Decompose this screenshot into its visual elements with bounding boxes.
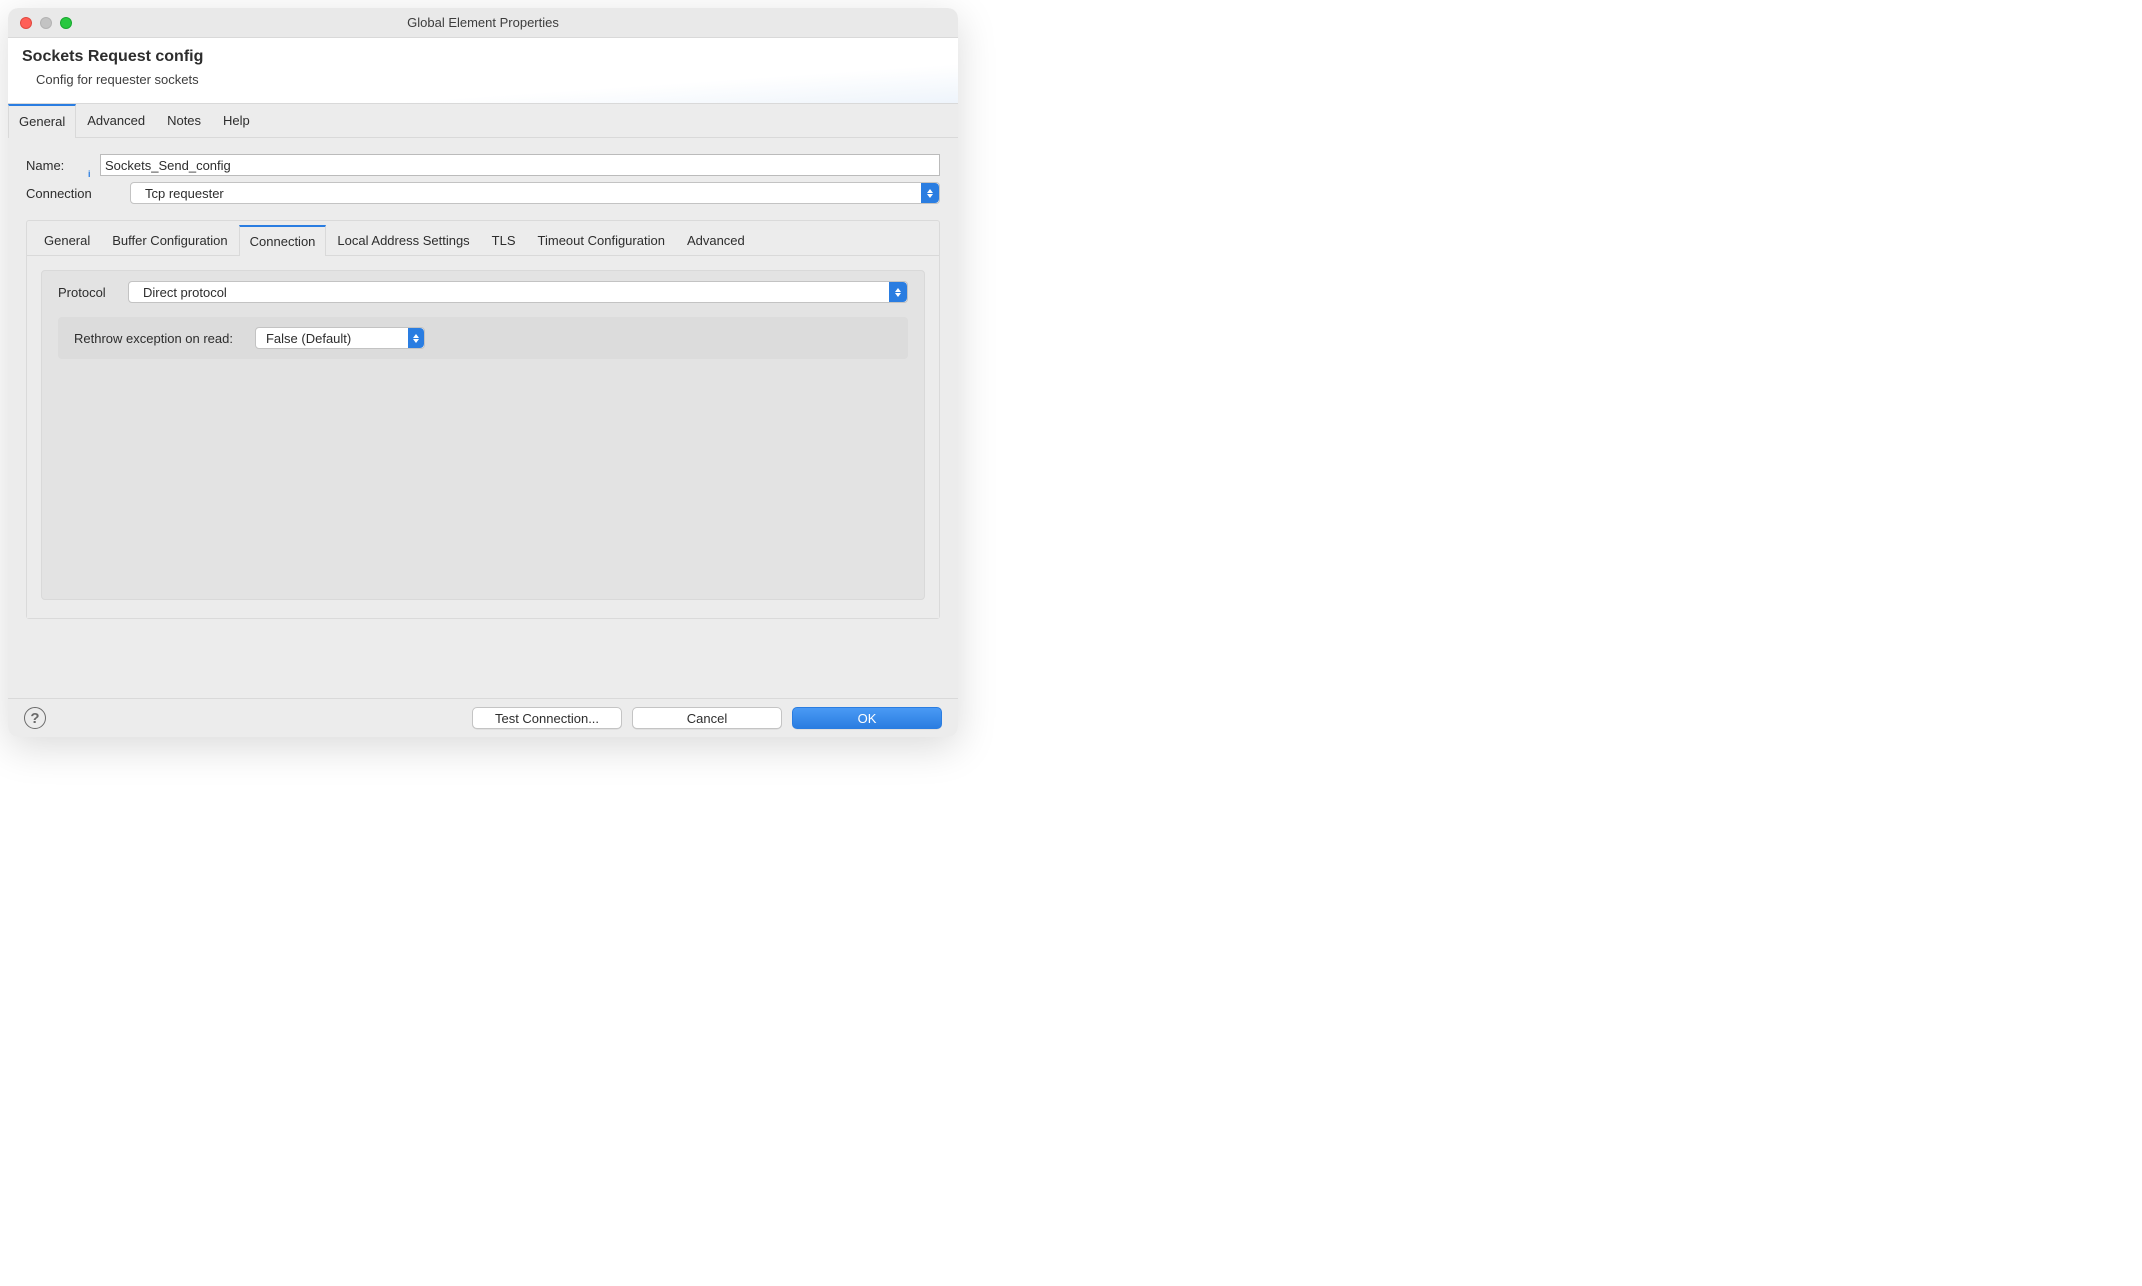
inner-tabbar: General Buffer Configuration Connection … <box>27 221 939 256</box>
protocol-select[interactable]: Direct protocol <box>128 281 908 303</box>
inner-tab-tls[interactable]: TLS <box>481 225 527 255</box>
chevron-updown-icon <box>889 282 907 302</box>
cancel-button[interactable]: Cancel <box>632 707 782 729</box>
label-protocol: Protocol <box>58 285 116 300</box>
inner-form: Protocol Direct protocol Rethrow excepti… <box>27 256 939 618</box>
inner-tab-timeout[interactable]: Timeout Configuration <box>527 225 676 255</box>
page-title: Sockets Request config <box>22 48 944 66</box>
chevron-updown-icon <box>921 183 939 203</box>
window-title: Global Element Properties <box>8 15 958 30</box>
outer-form: Name: Connection Tcp requester General B… <box>8 138 958 698</box>
rethrow-select-value: False (Default) <box>266 331 351 346</box>
inner-panel: General Buffer Configuration Connection … <box>26 220 940 619</box>
ok-button[interactable]: OK <box>792 707 942 729</box>
outer-tabbar: General Advanced Notes Help <box>8 104 958 138</box>
row-name: Name: <box>26 154 940 176</box>
label-rethrow: Rethrow exception on read: <box>74 331 233 346</box>
rethrow-select[interactable]: False (Default) <box>255 327 425 349</box>
chevron-updown-icon <box>408 328 424 348</box>
test-connection-button[interactable]: Test Connection... <box>472 707 622 729</box>
inner-tab-buffer-configuration[interactable]: Buffer Configuration <box>101 225 238 255</box>
label-name: Name: <box>26 158 88 173</box>
inner-tab-connection[interactable]: Connection <box>239 225 327 256</box>
info-icon <box>88 164 98 174</box>
dialog-window: Global Element Properties Sockets Reques… <box>8 8 958 737</box>
connection-select-value: Tcp requester <box>145 186 224 201</box>
tab-notes[interactable]: Notes <box>156 104 212 137</box>
tab-advanced[interactable]: Advanced <box>76 104 156 137</box>
row-rethrow: Rethrow exception on read: False (Defaul… <box>58 317 908 359</box>
connection-select[interactable]: Tcp requester <box>130 182 940 204</box>
row-connection: Connection Tcp requester <box>26 182 940 204</box>
tab-general[interactable]: General <box>8 104 76 138</box>
inner-tab-local-address[interactable]: Local Address Settings <box>326 225 480 255</box>
help-icon[interactable]: ? <box>24 707 46 729</box>
protocol-select-value: Direct protocol <box>143 285 227 300</box>
titlebar: Global Element Properties <box>8 8 958 38</box>
tab-help[interactable]: Help <box>212 104 261 137</box>
inset-card: Protocol Direct protocol Rethrow excepti… <box>41 270 925 600</box>
name-input[interactable] <box>100 154 940 176</box>
footer: ? Test Connection... Cancel OK <box>8 698 958 737</box>
header: Sockets Request config Config for reques… <box>8 38 958 104</box>
row-protocol: Protocol Direct protocol <box>58 281 908 303</box>
page-subtitle: Config for requester sockets <box>36 72 944 87</box>
label-connection: Connection <box>26 186 112 201</box>
inner-tab-general[interactable]: General <box>33 225 101 255</box>
inner-tab-advanced[interactable]: Advanced <box>676 225 756 255</box>
